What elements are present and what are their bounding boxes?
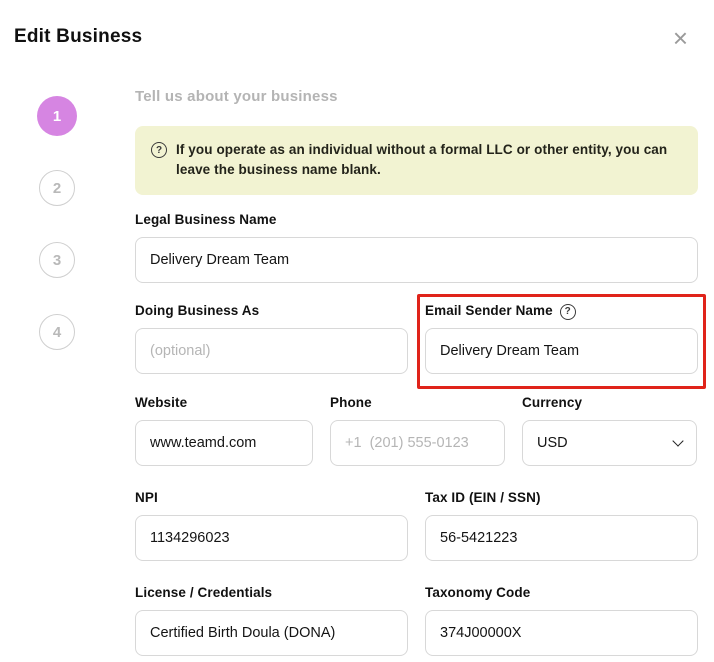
step-4[interactable]: 4 bbox=[39, 314, 75, 350]
email-sender-name-label-text: Email Sender Name bbox=[425, 302, 553, 318]
step-indicator: 1 2 3 4 bbox=[0, 50, 114, 350]
edit-business-modal: Edit Business × 1 2 3 4 Tell us about yo… bbox=[0, 0, 714, 662]
email-sender-name-field: Email Sender Name ? bbox=[417, 293, 706, 389]
legal-business-name-label: Legal Business Name bbox=[135, 211, 277, 227]
info-box: ? If you operate as an individual withou… bbox=[135, 126, 698, 195]
npi-label: NPI bbox=[135, 489, 158, 505]
step-2-number: 2 bbox=[52, 179, 62, 197]
currency-selected-value: USD bbox=[537, 434, 568, 451]
business-form: Tell us about your business ? If you ope… bbox=[114, 50, 714, 656]
email-sender-help-icon[interactable]: ? bbox=[559, 303, 576, 320]
modal-body: 1 2 3 4 Tell us about your business ? If… bbox=[0, 50, 714, 656]
tax-id-input[interactable] bbox=[425, 514, 698, 561]
doing-business-as-label: Doing Business As bbox=[135, 302, 260, 318]
tax-id-label: Tax ID (EIN / SSN) bbox=[425, 489, 541, 505]
step-3-number: 3 bbox=[52, 251, 62, 269]
email-sender-name-input[interactable] bbox=[425, 327, 698, 374]
section-heading: Tell us about your business bbox=[135, 88, 338, 105]
website-field: Website bbox=[135, 395, 313, 466]
website-label: Website bbox=[135, 394, 188, 410]
doing-business-as-input[interactable] bbox=[135, 327, 408, 374]
info-box-text: If you operate as an individual without … bbox=[176, 142, 668, 178]
taxonomy-code-label: Taxonomy Code bbox=[425, 584, 531, 600]
taxonomy-code-field: Taxonomy Code bbox=[425, 585, 698, 656]
legal-business-name-field: Legal Business Name bbox=[135, 212, 698, 283]
step-1[interactable]: 1 bbox=[37, 96, 77, 136]
tax-id-field: Tax ID (EIN / SSN) bbox=[425, 490, 698, 561]
chevron-down-icon bbox=[672, 434, 684, 447]
step-3[interactable]: 3 bbox=[39, 242, 75, 278]
phone-field: Phone bbox=[330, 395, 505, 466]
doing-business-as-field: Doing Business As bbox=[135, 303, 408, 374]
phone-input[interactable] bbox=[330, 419, 505, 466]
help-icon: ? bbox=[151, 142, 167, 158]
license-credentials-label: License / Credentials bbox=[135, 584, 273, 600]
currency-select[interactable]: USD bbox=[522, 419, 697, 466]
legal-business-name-input[interactable] bbox=[135, 236, 698, 283]
step-2[interactable]: 2 bbox=[39, 170, 75, 206]
license-credentials-input[interactable] bbox=[135, 609, 408, 656]
step-4-number: 4 bbox=[52, 323, 62, 341]
modal-title: Edit Business bbox=[14, 26, 143, 47]
step-1-number: 1 bbox=[52, 107, 62, 125]
phone-label: Phone bbox=[330, 394, 372, 410]
npi-input[interactable] bbox=[135, 514, 408, 561]
website-input[interactable] bbox=[135, 419, 313, 466]
taxonomy-code-input[interactable] bbox=[425, 609, 698, 656]
currency-label: Currency bbox=[522, 394, 583, 410]
license-credentials-field: License / Credentials bbox=[135, 585, 408, 656]
email-sender-name-label: Email Sender Name ? bbox=[425, 302, 698, 320]
currency-field: Currency USD bbox=[522, 395, 697, 466]
close-icon[interactable]: × bbox=[667, 25, 694, 51]
npi-field: NPI bbox=[135, 490, 408, 561]
modal-header: Edit Business × bbox=[0, 0, 714, 51]
